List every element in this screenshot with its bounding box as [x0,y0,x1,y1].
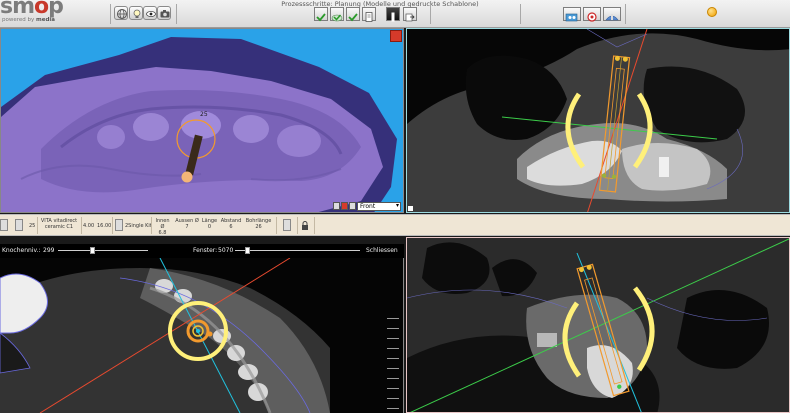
toolbar-divider [430,4,431,24]
field-value[interactable]: 0 [201,224,218,230]
model-button[interactable] [603,7,621,21]
status-indicator [707,7,717,17]
jaw-model-3d [1,37,397,212]
viewport-3d[interactable]: 25 Front [0,28,404,213]
info-divider [81,217,82,234]
bulb-icon [133,9,141,18]
material-line-2: ceramic C1 [44,224,74,230]
logo-brand-text: media [36,17,55,23]
sagittal-ct-image [407,29,789,212]
window-value: 5070 [218,247,234,254]
bone-level-label: Knochenniv.: [2,247,41,254]
logo-powered-text: powered by [2,17,35,23]
outer-diameter-field: Aussen Ø 7 [175,218,199,230]
unlock-icon[interactable] [283,219,291,231]
drill-length-field: Bohrlänge 26 [244,218,273,230]
eye-icon [146,11,156,17]
info-divider [276,217,277,234]
lock-icon[interactable] [301,220,309,231]
process-steps-title: Prozessschritte: Planung (Modelle und ge… [281,0,479,8]
document-icon [365,12,373,22]
toolbar-divider [176,4,177,24]
globe-icon [117,9,127,19]
export-icon [405,13,415,22]
distance-field: Abstand 6 [219,218,243,230]
viewport-sagittal[interactable] [406,28,790,213]
window-thumb[interactable] [245,247,250,254]
implant-info-bar: 25 VITA vitadirect ceramic C1 4.00 16.00… [0,214,790,236]
step-confirm-button[interactable] [346,7,360,22]
globe-button[interactable] [114,6,128,20]
bone-level-value: 299 [43,247,55,254]
viewport-axial[interactable] [0,258,404,413]
sleeve-button[interactable] [583,7,601,22]
view-mode-button[interactable] [349,202,356,210]
implant-length-value: 16.00 [97,223,112,229]
kit-icon[interactable] [115,219,123,231]
implant-position-number: 25 [29,223,36,229]
field-label: Innen Ø [155,218,170,230]
logo-subtitle: powered by media [2,17,55,23]
coronal-ct-image [407,238,789,412]
step-planning-button[interactable] [386,7,400,22]
field-value[interactable]: 7 [175,224,199,230]
header-toolbar: smop powered by media Prozessschritte: P… [0,0,790,28]
material-label: VITA vitadirect ceramic C1 [38,218,80,230]
step-verify-button[interactable] [314,7,328,22]
step-report-button[interactable] [362,7,376,22]
viewport-coronal[interactable] [406,237,790,413]
screenshot-button[interactable] [157,6,171,20]
field-value[interactable]: 26 [244,224,273,230]
drill-template-button[interactable] [563,7,581,22]
implant-toggle-icon[interactable] [0,219,8,231]
step-export-button[interactable] [403,7,417,22]
drill-kit-label: 2Single Kit [125,223,152,229]
length-field: Länge 0 [201,218,218,230]
check-cloud-icon [331,14,343,22]
bone-level-slider[interactable] [58,250,148,251]
window-slider[interactable] [235,250,360,251]
view-controls: Front [333,201,401,211]
info-divider [151,217,152,234]
windowing-controls: Knochenniv.: 299 Fenster: 5070 Schliesse… [0,244,404,258]
view-toggle-button[interactable] [333,202,340,210]
close-icon[interactable] [390,30,402,42]
view-direction-select[interactable]: Front [357,201,401,211]
camera-icon [160,10,170,18]
template-icon [565,13,578,22]
implant-diameter-value: 4.00 [83,223,95,229]
bone-level-thumb[interactable] [89,247,95,254]
field-value[interactable]: 6.8 [153,230,172,236]
scale-ruler [387,318,401,413]
info-divider [314,217,315,234]
field-value[interactable]: 6 [219,224,243,230]
light-button[interactable] [129,6,143,20]
implant-icon [391,12,395,22]
view-reset-button[interactable] [341,202,348,210]
info-divider [297,217,298,234]
inner-diameter-field: Innen Ø 6.8 [153,218,172,236]
sleeve-icon [587,12,597,22]
toolbar-divider [625,4,626,24]
model-icon [605,14,619,21]
axial-ct-image [0,258,403,413]
implant-number-label: 25 [200,111,208,118]
viewport-corner-marker [408,206,413,211]
visibility-button[interactable] [143,6,157,20]
planning-app: smop powered by media Prozessschritte: P… [0,0,790,413]
check-icon [348,13,358,22]
info-divider [112,217,113,234]
toolbar-divider [110,4,111,24]
implant-type-icon[interactable] [15,219,23,231]
close-label[interactable]: Schliessen [366,247,398,254]
step-models-button[interactable] [330,7,344,22]
window-label: Fenster: [193,247,218,254]
toolbar-divider [520,4,521,24]
check-icon [316,13,326,22]
